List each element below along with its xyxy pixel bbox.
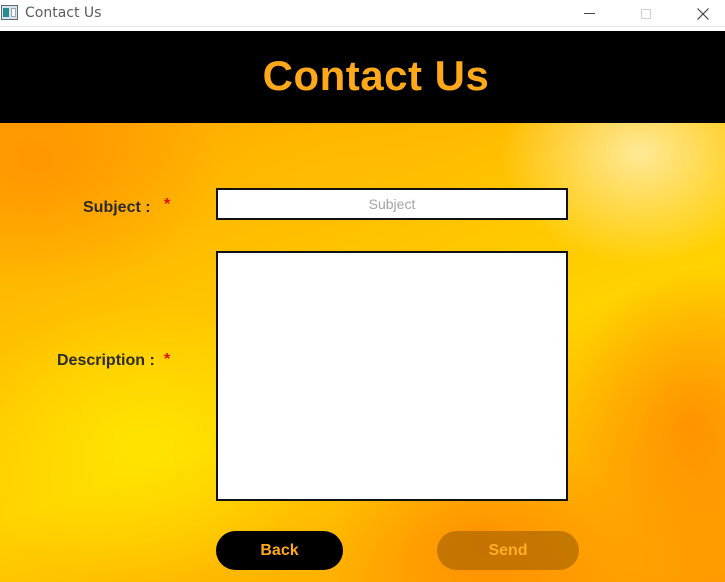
close-icon	[697, 7, 709, 20]
page-header: Contact Us	[0, 31, 725, 123]
minimize-button[interactable]	[566, 0, 612, 27]
description-required-marker: *	[164, 351, 171, 368]
back-button[interactable]: Back	[216, 531, 343, 570]
minimize-icon	[583, 13, 595, 14]
subject-required-marker: *	[164, 196, 171, 213]
close-button[interactable]	[680, 0, 725, 27]
page-title: Contact Us	[262, 52, 490, 99]
maximize-icon	[641, 8, 651, 19]
description-textarea[interactable]	[216, 251, 568, 501]
send-button[interactable]: Send	[437, 531, 579, 570]
title-bar: Contact Us	[0, 0, 725, 27]
subject-label: Subject :	[83, 199, 151, 216]
maximize-button[interactable]	[623, 0, 669, 27]
contact-form: Subject : * Description : * Back Send	[0, 123, 725, 582]
window-title: Contact Us	[25, 5, 102, 21]
description-label: Description :	[57, 352, 155, 369]
subject-input[interactable]	[216, 188, 568, 220]
app-window-icon	[1, 5, 18, 20]
